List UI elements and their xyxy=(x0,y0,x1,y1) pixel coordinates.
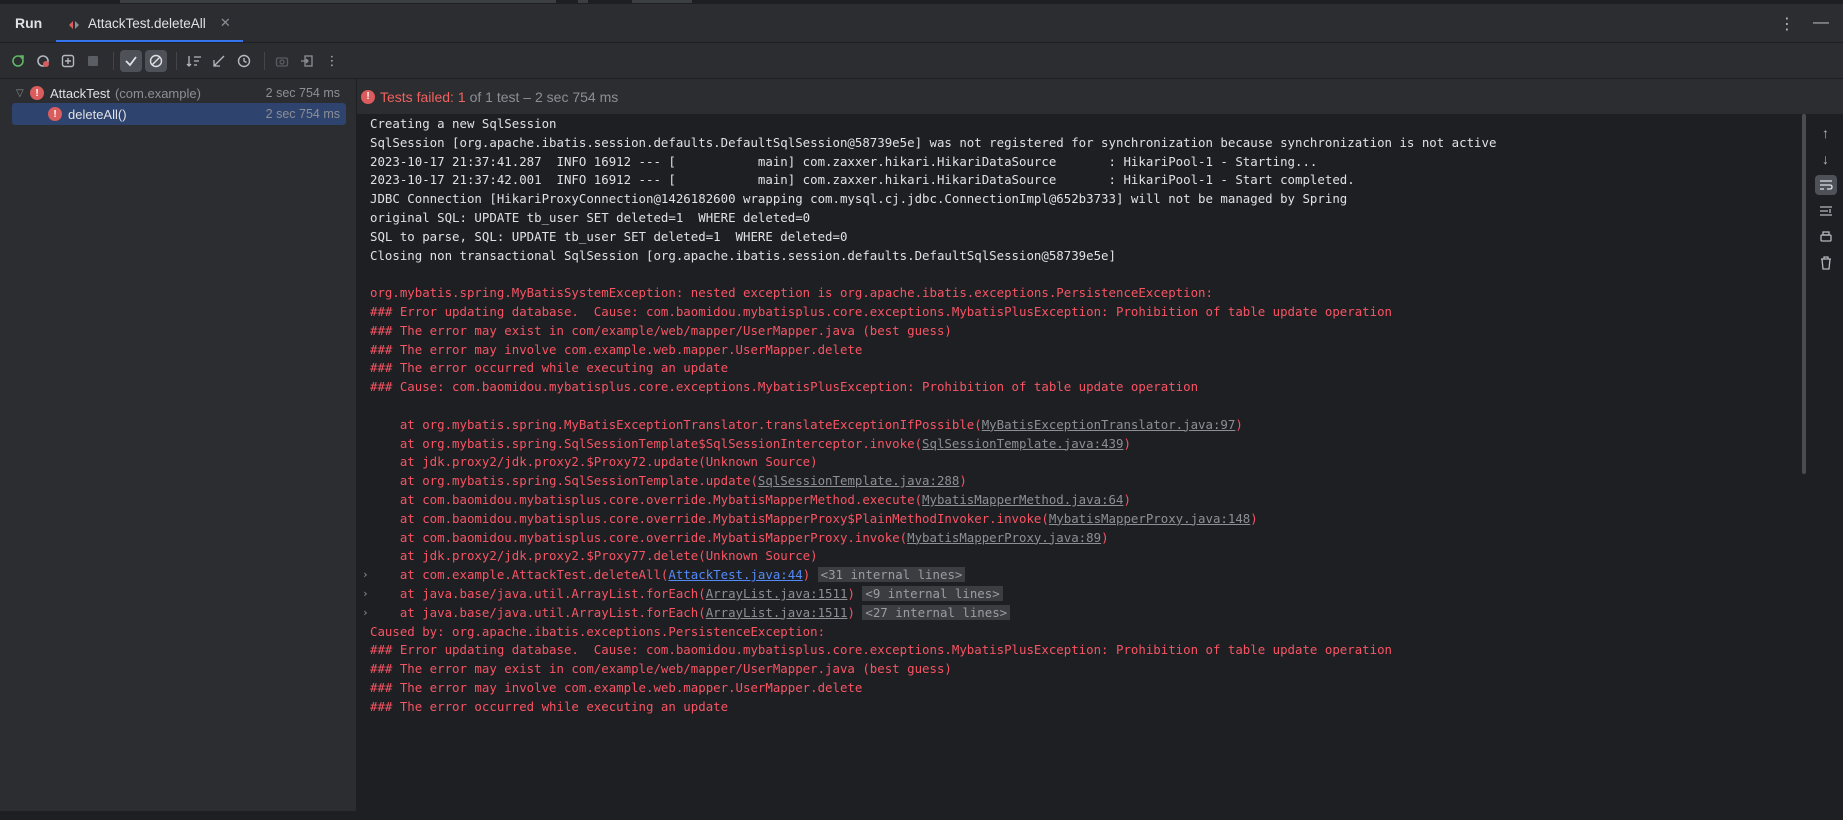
scroll-to-end-icon[interactable] xyxy=(1815,201,1837,221)
rerun-icon[interactable] xyxy=(7,50,29,72)
stack-frame-text: ) xyxy=(1123,435,1131,451)
source-link[interactable]: SqlSessionTemplate.java:288 xyxy=(758,473,959,488)
stack-frame-text: at com.baomidou.mybatisplus.core.overrid… xyxy=(370,492,923,507)
header-actions: ⋮ — xyxy=(1779,14,1829,34)
toolbar-separator xyxy=(113,51,114,70)
stack-frame-text: at java.base/java.util.ArrayList.forEach… xyxy=(370,604,706,620)
toolbar-separator xyxy=(264,51,265,70)
import-icon[interactable] xyxy=(296,50,318,72)
stack-frame-text: at org.mybatis.spring.SqlSessionTemplate… xyxy=(370,435,923,451)
chevron-right-icon[interactable]: › xyxy=(362,602,369,624)
run-tool-window-title: Run xyxy=(15,15,43,31)
source-link[interactable]: MybatisMapperProxy.java:89 xyxy=(907,530,1101,545)
tree-item-duration: 2 sec 754 ms xyxy=(265,107,340,121)
source-link[interactable]: MybatisMapperProxy.java:148 xyxy=(1049,511,1250,526)
more-options-icon[interactable]: ⋮ xyxy=(1779,14,1795,34)
more-icon[interactable]: ⋮ xyxy=(321,50,343,72)
minimize-icon[interactable]: — xyxy=(1813,14,1829,34)
console-line: ### The error occurred while executing a… xyxy=(370,698,729,714)
tab-attacktest-deleteall[interactable]: AttackTest.deleteAll ✕ xyxy=(56,4,243,42)
stack-frame-text: ) xyxy=(1123,492,1131,507)
run-tool-window-header: Run AttackTest.deleteAll ✕ ⋮ — xyxy=(0,4,1843,43)
toggle-auto-test-icon[interactable] xyxy=(57,50,79,72)
stack-frame-text: at java.base/java.util.ArrayList.forEach… xyxy=(370,586,706,601)
console-line: ### Cause: com.baomidou.mybatisplus.core… xyxy=(370,379,1199,395)
stack-frame-text: ) xyxy=(959,473,967,489)
stack-frame-text: ) xyxy=(1235,416,1243,432)
source-link[interactable]: SqlSessionTemplate.java:439 xyxy=(922,436,1123,451)
camera-icon[interactable] xyxy=(271,50,293,72)
source-link[interactable]: MyBatisExceptionTranslator.java:97 xyxy=(982,417,1236,432)
source-link[interactable]: MybatisMapperMethod.java:64 xyxy=(922,492,1123,507)
tree-item-attacktest[interactable]: ▽ ! AttackTest (com.example) 2 sec 754 m… xyxy=(12,82,346,104)
stack-frame-text: at org.mybatis.spring.MyBatisExceptionTr… xyxy=(370,416,982,432)
arrow-down-icon[interactable]: ↓ xyxy=(1815,149,1837,169)
console-output[interactable]: Creating a new SqlSession SqlSession [org… xyxy=(357,114,1802,811)
rerun-failed-icon[interactable] xyxy=(32,50,54,72)
show-passed-icon[interactable] xyxy=(120,49,142,72)
source-link[interactable]: ArrayList.java:1511 xyxy=(706,605,848,620)
tab-active-indicator xyxy=(56,40,243,42)
arrow-up-icon[interactable]: ↑ xyxy=(1815,123,1837,143)
stack-frame-text: ) xyxy=(1250,510,1258,526)
stack-frame-text: at com.example.AttackTest.deleteAll( xyxy=(370,567,669,583)
stack-frame-text: at jdk.proxy2/jdk.proxy2.$Proxy77.delete… xyxy=(370,548,818,564)
show-ignored-icon[interactable] xyxy=(145,49,167,72)
close-icon[interactable]: ✕ xyxy=(220,15,231,31)
source-link[interactable]: AttackTest.java:44 xyxy=(668,567,802,582)
print-icon[interactable] xyxy=(1815,227,1837,247)
console-scrollbar-thumb[interactable] xyxy=(1802,114,1806,474)
status-summary: of 1 test – 2 sec 754 ms xyxy=(469,88,619,105)
internal-lines-fold[interactable]: <27 internal lines> xyxy=(862,604,1011,620)
test-failed-icon: ! xyxy=(30,86,44,100)
stack-frame-text: ) xyxy=(847,586,855,601)
chevron-down-icon[interactable]: ▽ xyxy=(16,88,30,99)
tree-item-package: (com.example) xyxy=(114,85,201,101)
stop-icon[interactable] xyxy=(82,50,104,72)
stack-frame-text: at com.baomidou.mybatisplus.core.overrid… xyxy=(370,529,908,545)
tab-label: AttackTest.deleteAll xyxy=(88,15,206,31)
test-failed-icon: ! xyxy=(48,107,62,121)
tree-item-deleteall[interactable]: ! deleteAll() 2 sec 754 ms xyxy=(12,103,346,125)
stack-frame-text: at org.mybatis.spring.SqlSessionTemplate… xyxy=(370,473,758,489)
tree-item-label: deleteAll() xyxy=(68,106,127,122)
source-link[interactable]: ArrayList.java:1511 xyxy=(706,586,848,601)
stack-frame-text: ) xyxy=(1101,529,1109,545)
stack-frame-text: ) xyxy=(847,604,855,620)
sort-alpha-icon[interactable] xyxy=(183,50,205,72)
toolbar-separator xyxy=(176,51,177,70)
tree-item-label: AttackTest xyxy=(50,85,110,101)
test-failed-icon: ! xyxy=(361,89,375,104)
console-line: Closing non transactional SqlSession [or… xyxy=(370,247,1116,263)
sort-duration-icon[interactable] xyxy=(208,50,230,72)
console-side-toolbar: ↑ ↓ xyxy=(1808,114,1843,820)
history-icon[interactable] xyxy=(233,50,255,72)
stack-frame-text: at jdk.proxy2/jdk.proxy2.$Proxy72.update… xyxy=(370,454,818,470)
tree-item-duration: 2 sec 754 ms xyxy=(265,86,340,100)
junit-run-icon xyxy=(68,18,80,29)
test-runner-toolbar: ⋮ xyxy=(0,43,1843,78)
stack-frame-text: ) xyxy=(802,567,811,583)
internal-lines-fold[interactable]: <9 internal lines> xyxy=(862,586,1003,601)
status-failed-count: Tests failed: 1 xyxy=(380,88,466,105)
internal-lines-fold[interactable]: <31 internal lines> xyxy=(817,567,966,583)
soft-wrap-icon[interactable] xyxy=(1814,175,1837,195)
test-tree: ▽ ! AttackTest (com.example) 2 sec 754 m… xyxy=(0,79,357,811)
test-status-bar: ! Tests failed: 1 of 1 test – 2 sec 754 … xyxy=(357,79,1843,114)
trash-icon[interactable] xyxy=(1815,253,1837,273)
stack-frame-text: at com.baomidou.mybatisplus.core.overrid… xyxy=(370,510,1049,526)
